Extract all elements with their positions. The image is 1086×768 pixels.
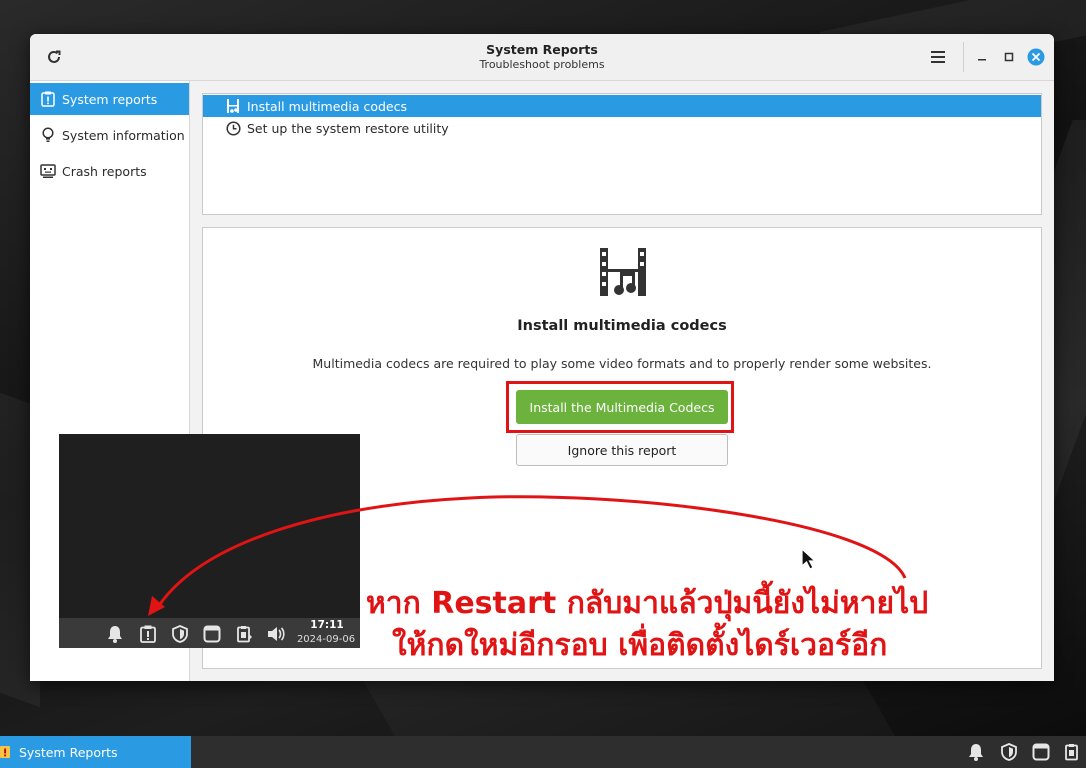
- shield-icon[interactable]: [999, 742, 1019, 762]
- annotation-text-line1: หาก Restart กลับมาแล้วปุ่มนี้ยังไม่หายไป: [366, 586, 929, 621]
- window-icon[interactable]: [1031, 742, 1051, 762]
- taskbar: System Reports: [0, 736, 1086, 768]
- taskbar-item-system-reports[interactable]: System Reports: [0, 736, 191, 768]
- mouse-pointer-icon: [801, 548, 817, 570]
- clipboard-icon[interactable]: [1063, 742, 1083, 762]
- bell-icon[interactable]: [966, 742, 986, 762]
- annotation-text-line2: ให้กดใหม่อีกรอบ เพื่อติดตั้งไดร์เวอร์อีก: [392, 628, 888, 663]
- taskbar-item-label: System Reports: [19, 744, 118, 760]
- report-icon: [0, 745, 12, 759]
